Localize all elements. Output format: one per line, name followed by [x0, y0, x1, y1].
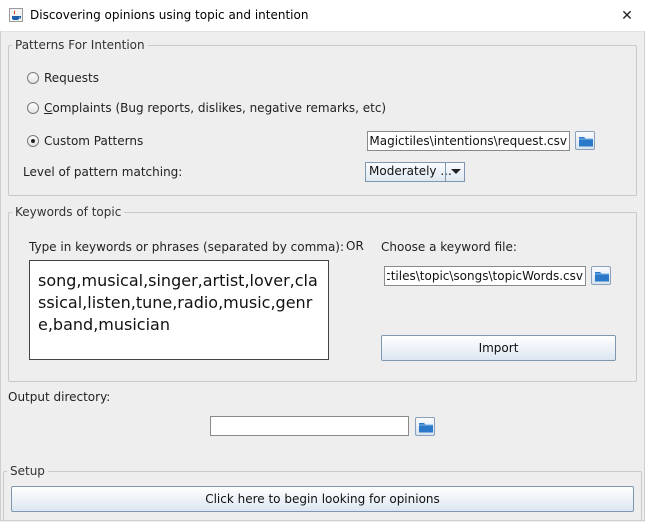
- matching-level-value: Moderately ...: [369, 164, 452, 178]
- type-in-label: Type in keywords or phrases (separated b…: [29, 240, 345, 254]
- custom-patterns-path-field[interactable]: nts\Magictiles\intentions\request.csv: [367, 131, 570, 151]
- setup-group-label: Setup: [7, 464, 48, 478]
- requests-label: Requests: [44, 71, 99, 85]
- custom-patterns-folder-button[interactable]: [575, 131, 595, 150]
- matching-level-select[interactable]: Moderately ...: [365, 162, 465, 182]
- or-label: OR: [346, 239, 364, 253]
- window-title: Discovering opinions using topic and int…: [30, 8, 309, 22]
- keyword-file-folder-button[interactable]: [591, 266, 611, 285]
- complaints-label: Complaints (Bug reports, dislikes, negat…: [44, 101, 386, 115]
- complaints-radio[interactable]: [27, 102, 39, 114]
- chevron-down-icon: [451, 169, 461, 174]
- folder-icon: [579, 137, 593, 147]
- keyword-file-path: agictiles\topic\songs\topicWords.csv: [387, 269, 583, 283]
- requests-radio[interactable]: [27, 72, 39, 84]
- selected-dot: [31, 139, 35, 143]
- folder-icon: [419, 423, 433, 433]
- output-directory-field[interactable]: [210, 416, 409, 436]
- custom-patterns-path: nts\Magictiles\intentions\request.csv: [370, 134, 567, 148]
- dropdown-arrow-box: [445, 163, 464, 181]
- import-button[interactable]: Import: [381, 335, 616, 361]
- keyword-file-path-field[interactable]: agictiles\topic\songs\topicWords.csv: [384, 266, 586, 286]
- folder-icon: [595, 272, 609, 282]
- intention-group-label: Patterns For Intention: [12, 38, 148, 52]
- keywords-textarea[interactable]: song,musical,singer,artist,lover,classic…: [29, 260, 329, 360]
- matching-level-label: Level of pattern matching:: [23, 165, 183, 179]
- keywords-group-label: Keywords of topic: [12, 205, 125, 219]
- output-directory-label: Output directory:: [8, 390, 111, 404]
- begin-button[interactable]: Click here to begin looking for opinions: [11, 486, 634, 512]
- close-icon[interactable]: ✕: [616, 5, 638, 27]
- output-directory-folder-button[interactable]: [415, 417, 435, 436]
- choose-file-label: Choose a keyword file:: [381, 240, 517, 254]
- custom-patterns-radio[interactable]: [27, 135, 39, 147]
- complaints-label-rest: omplaints (Bug reports, dislikes, negati…: [52, 101, 387, 115]
- java-app-icon: [9, 8, 23, 22]
- custom-patterns-label: Custom Patterns: [44, 134, 144, 148]
